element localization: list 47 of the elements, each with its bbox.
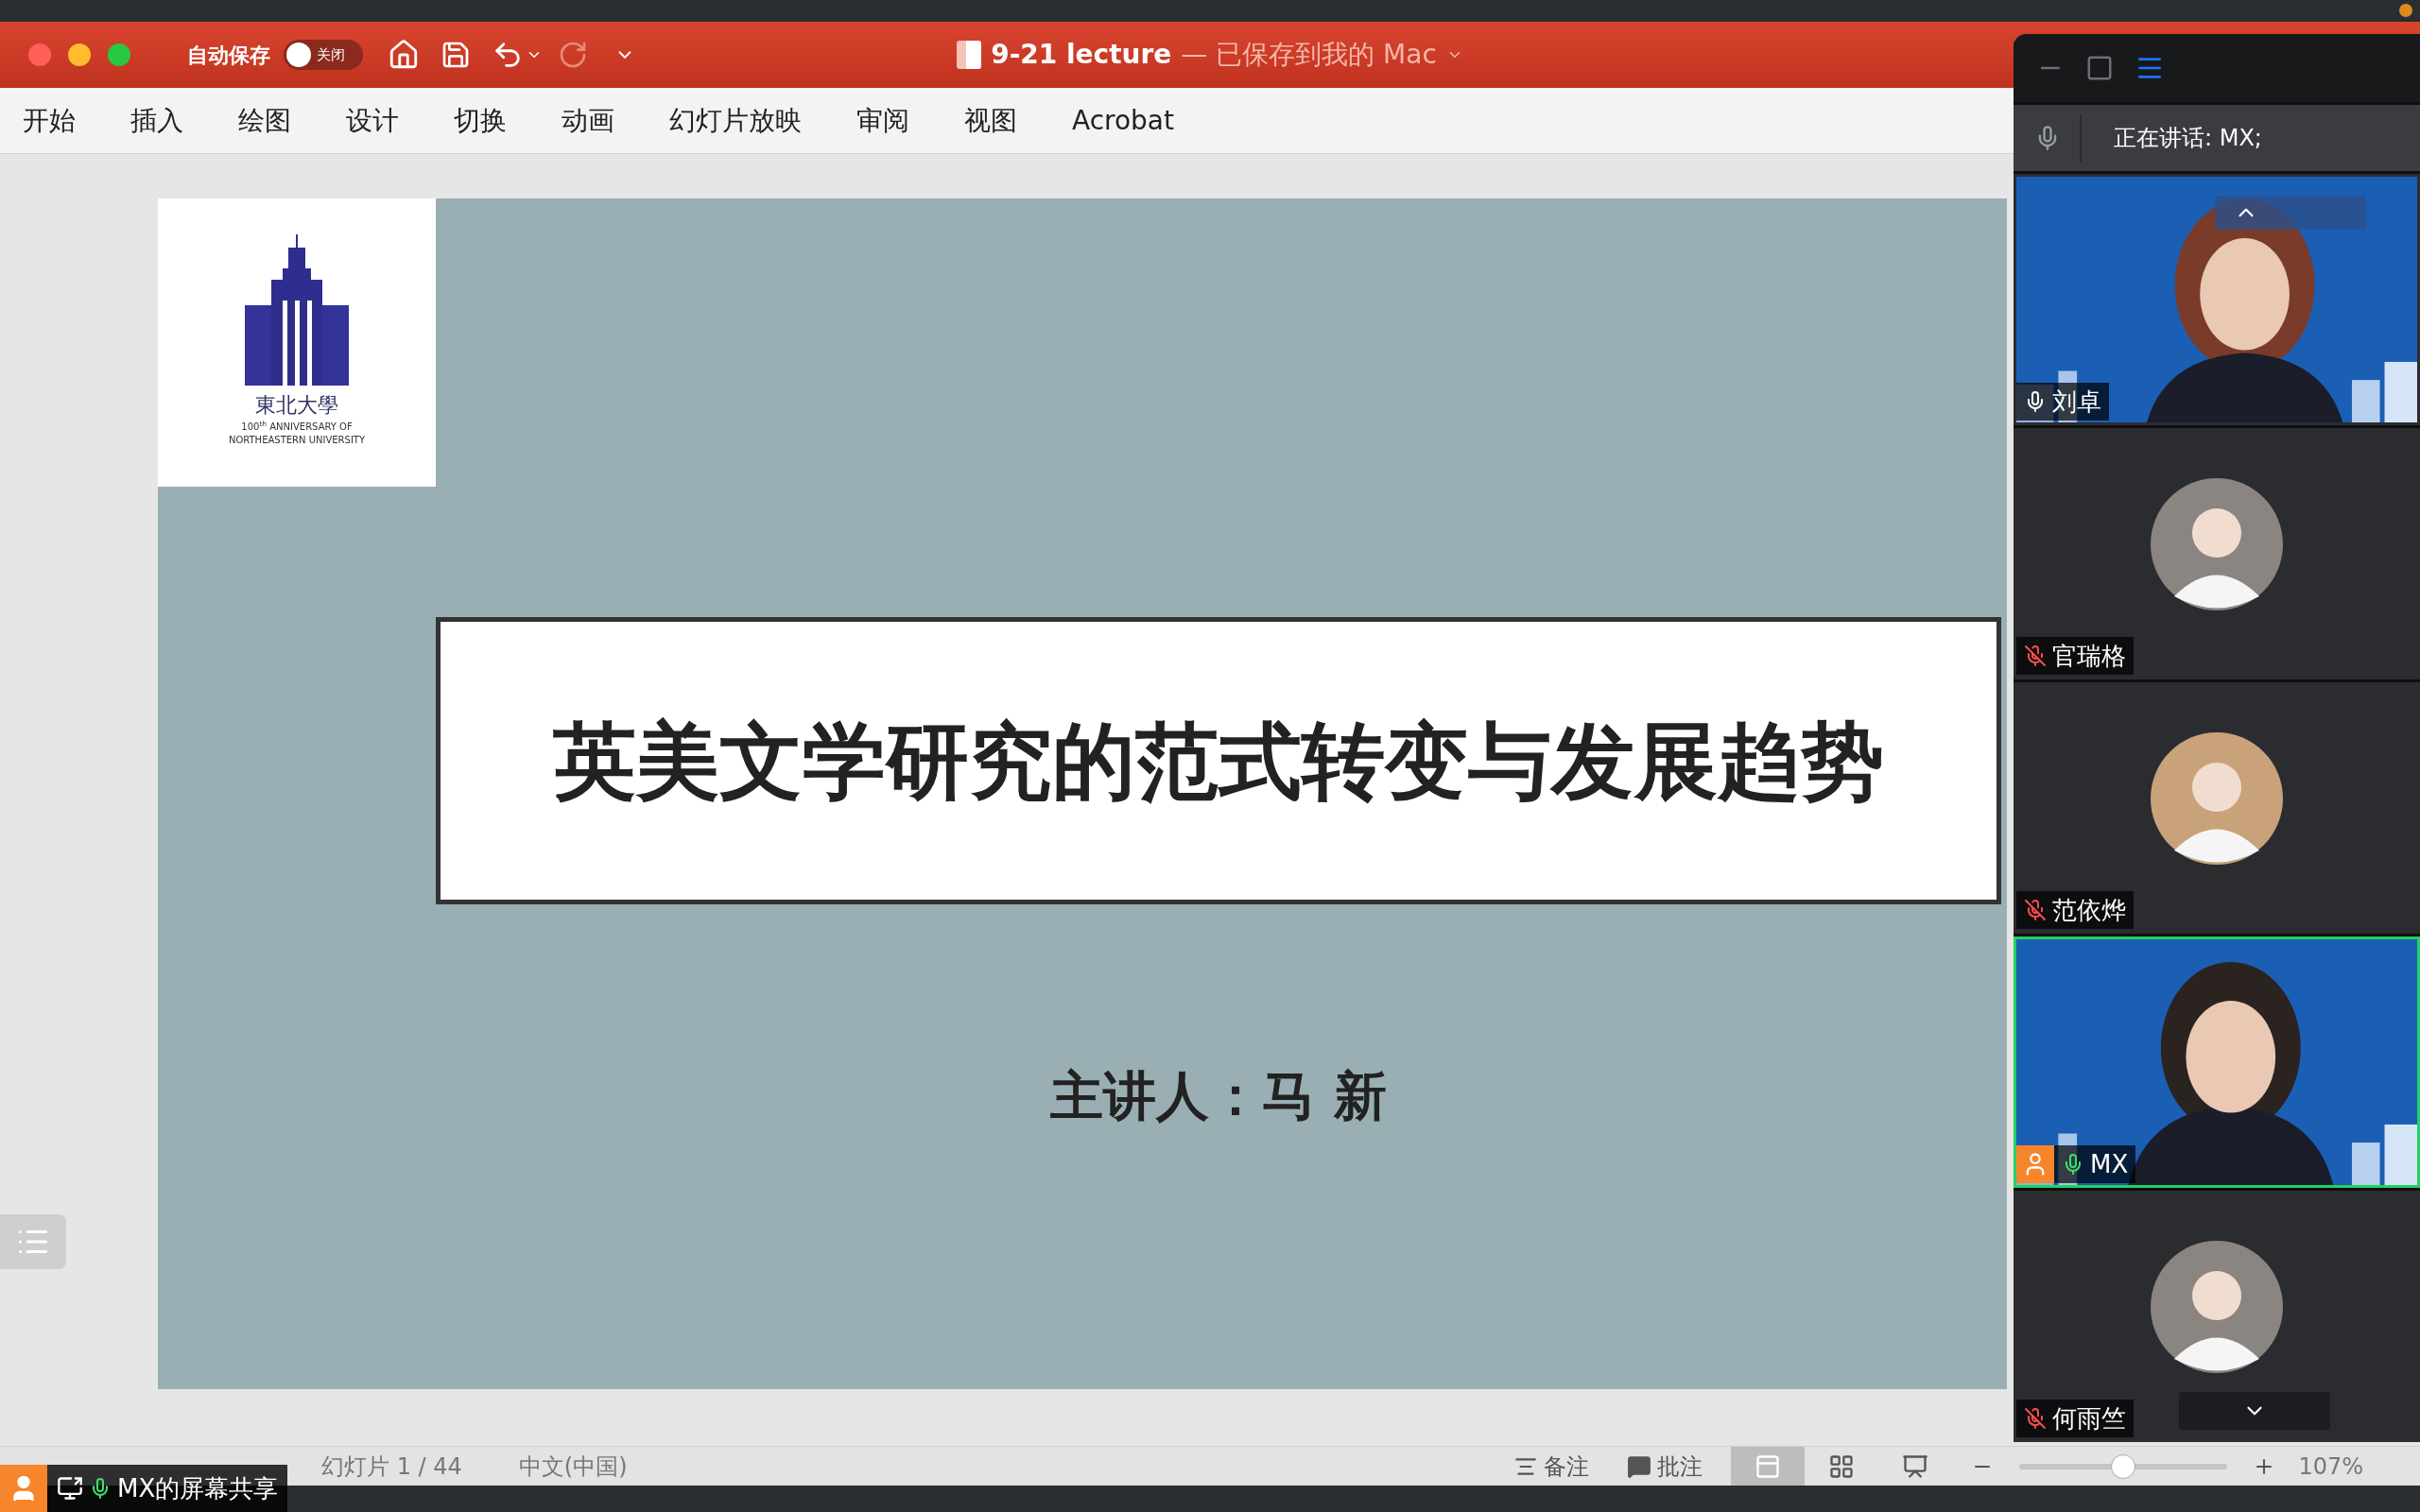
participant-name: 范依烨 — [2052, 894, 2126, 926]
home-icon[interactable] — [388, 39, 420, 71]
participant-name: 刘卓 — [2052, 386, 2101, 418]
zoom-percent: 107% — [2298, 1452, 2363, 1482]
speaking-indicator: 正在讲话: MX; — [2114, 124, 2262, 153]
presentation-icon — [1902, 1452, 1929, 1480]
language-label: 中文(中国) — [518, 1452, 628, 1482]
ribbon-tab[interactable]: 审阅 — [856, 100, 909, 141]
logo-calligraphy: 東北大學 — [255, 392, 338, 419]
slide-view-icon — [1754, 1452, 1782, 1480]
ribbon-tab[interactable]: 绘图 — [238, 100, 291, 141]
screen-share-icon — [57, 1475, 83, 1502]
ribbon-tab[interactable]: 视图 — [964, 100, 1017, 141]
ribbon-tab[interactable]: 动画 — [562, 100, 614, 141]
tower-logo-icon — [245, 234, 349, 386]
ribbon-tab[interactable]: 开始 — [23, 100, 76, 141]
window-minimize-button[interactable] — [68, 43, 91, 66]
ribbon-tab[interactable]: 插入 — [130, 100, 183, 141]
participant-name: MX — [2090, 1148, 2129, 1180]
window-icon[interactable] — [2085, 54, 2114, 82]
save-icon[interactable] — [441, 40, 471, 70]
zoom-slider-thumb[interactable] — [2111, 1453, 2136, 1479]
grid-icon — [1828, 1452, 1856, 1480]
redo-icon[interactable] — [558, 40, 588, 70]
view-button[interactable] — [1731, 1446, 1806, 1486]
screen-share-label: MX的屏幕共享 — [117, 1472, 279, 1504]
logo-caption: NORTHEASTERN UNIVERSITY — [228, 434, 366, 447]
save-status: — 已保存到我的 Mac — [1181, 38, 1437, 72]
logo-caption: 100$^{th}$ ANNIVERSARY OF — [241, 421, 353, 434]
notes-button[interactable]: 备注 — [1513, 1449, 1590, 1484]
presenter-text: 主讲人：马 新 — [1050, 1063, 1387, 1128]
ribbon-tab[interactable]: 设计 — [346, 100, 399, 141]
slide-counter: 幻灯片 1 / 44 — [321, 1452, 462, 1482]
participant-name: 何雨竺 — [2052, 1402, 2126, 1435]
ribbon-tab[interactable]: 幻灯片放映 — [669, 100, 802, 141]
window-zoom-button[interactable] — [108, 43, 130, 66]
user-icon — [2016, 1145, 2054, 1183]
comments-button[interactable]: 批注 — [1627, 1449, 1703, 1484]
participant-name: 官瑞格 — [2052, 640, 2126, 672]
speech-bubble-icon — [1627, 1453, 1652, 1479]
slide-title: 英美文学研究的范式转变与发展趋势 — [553, 711, 1884, 812]
ribbon-tab[interactable]: Acrobat — [1072, 100, 1174, 141]
autosave-label: 自动保存 — [187, 42, 270, 69]
ribbon-tab[interactable]: 切换 — [454, 100, 507, 141]
document-icon — [957, 41, 982, 69]
document-title: 9-21 lecture — [991, 38, 1172, 72]
autosave-toggle[interactable]: 关闭 — [284, 40, 363, 70]
